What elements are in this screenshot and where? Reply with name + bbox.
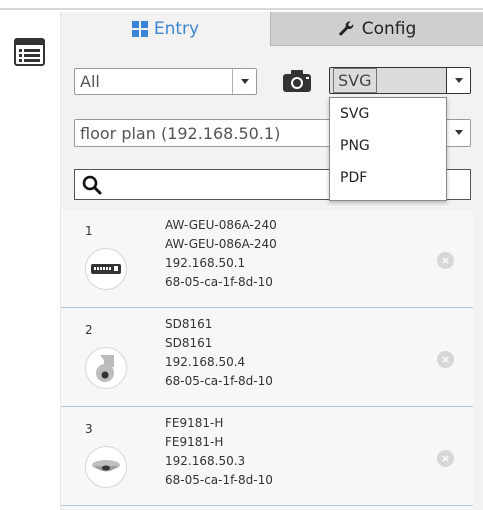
device-index: 1 <box>85 224 93 238</box>
left-rail <box>0 12 61 510</box>
menu-item-pdf[interactable]: PDF <box>330 162 446 194</box>
device-name: AW-GEU-086A-240 <box>165 218 277 232</box>
device-name: FE9181-H <box>165 416 224 430</box>
export-format-menu: SVG PNG PDF <box>329 97 447 201</box>
device-index: 3 <box>85 422 93 436</box>
menu-item-png[interactable]: PNG <box>330 130 446 162</box>
remove-icon[interactable]: × <box>437 450 454 467</box>
device-model: FE9181-H <box>165 435 224 449</box>
chevron-down-icon <box>232 69 256 94</box>
chevron-down-icon <box>446 68 470 93</box>
device-details: FE9181-H FE9181-H 192.168.50.3 68-05-ca-… <box>165 414 273 490</box>
device-ip: 192.168.50.1 <box>165 256 246 270</box>
device-mac: 68-05-ca-1f-8d-10 <box>165 275 273 289</box>
grid-icon <box>131 21 148 37</box>
tab-config-label: Config <box>361 18 417 39</box>
floor-plan-value: floor plan (192.168.50.1) <box>80 123 281 143</box>
tab-entry[interactable]: Entry <box>61 12 270 46</box>
remove-icon[interactable]: × <box>437 252 454 269</box>
filter-select-value: All <box>80 72 100 91</box>
app-root: Entry Config All SVG floor plan (192.168… <box>0 0 483 510</box>
search-icon <box>82 175 102 195</box>
export-format-select[interactable]: SVG <box>329 67 471 94</box>
device-mac: 68-05-ca-1f-8d-10 <box>165 374 273 388</box>
camera-icon[interactable] <box>281 69 313 93</box>
list-view-icon[interactable] <box>14 38 45 66</box>
device-list: 1 AW-GEU-086A-240 AW-GEU-086A-240 192.16… <box>61 210 473 510</box>
remove-icon[interactable]: × <box>437 351 454 368</box>
tab-entry-label: Entry <box>153 19 200 39</box>
speed-dome-camera-icon <box>85 347 127 389</box>
tab-config[interactable]: Config <box>270 12 483 46</box>
device-details: SD8161 SD8161 192.168.50.4 68-05-ca-1f-8… <box>165 315 273 391</box>
wrench-icon <box>338 20 356 38</box>
device-index: 2 <box>85 323 93 337</box>
list-item[interactable]: 3 FE9181-H FE9181-H 192.168.50.3 68-05-c… <box>61 408 473 506</box>
chevron-down-icon <box>446 120 470 145</box>
device-ip: 192.168.50.4 <box>165 355 246 369</box>
filter-select[interactable]: All <box>74 68 257 95</box>
list-item[interactable]: 2 SD8161 SD8161 192.168.50.4 68-05-ca-1f… <box>61 309 473 407</box>
device-mac: 68-05-ca-1f-8d-10 <box>165 473 273 487</box>
fisheye-camera-icon <box>85 446 127 488</box>
device-model: AW-GEU-086A-240 <box>165 237 277 251</box>
top-rule <box>0 0 483 10</box>
device-ip: 192.168.50.3 <box>165 454 246 468</box>
device-name: SD8161 <box>165 317 213 331</box>
list-item[interactable]: 1 AW-GEU-086A-240 AW-GEU-086A-240 192.16… <box>61 210 473 308</box>
menu-item-svg[interactable]: SVG <box>330 98 446 130</box>
device-model: SD8161 <box>165 336 213 350</box>
device-details: AW-GEU-086A-240 AW-GEU-086A-240 192.168.… <box>165 216 277 292</box>
export-format-value: SVG <box>333 68 377 93</box>
network-switch-icon <box>85 248 127 290</box>
